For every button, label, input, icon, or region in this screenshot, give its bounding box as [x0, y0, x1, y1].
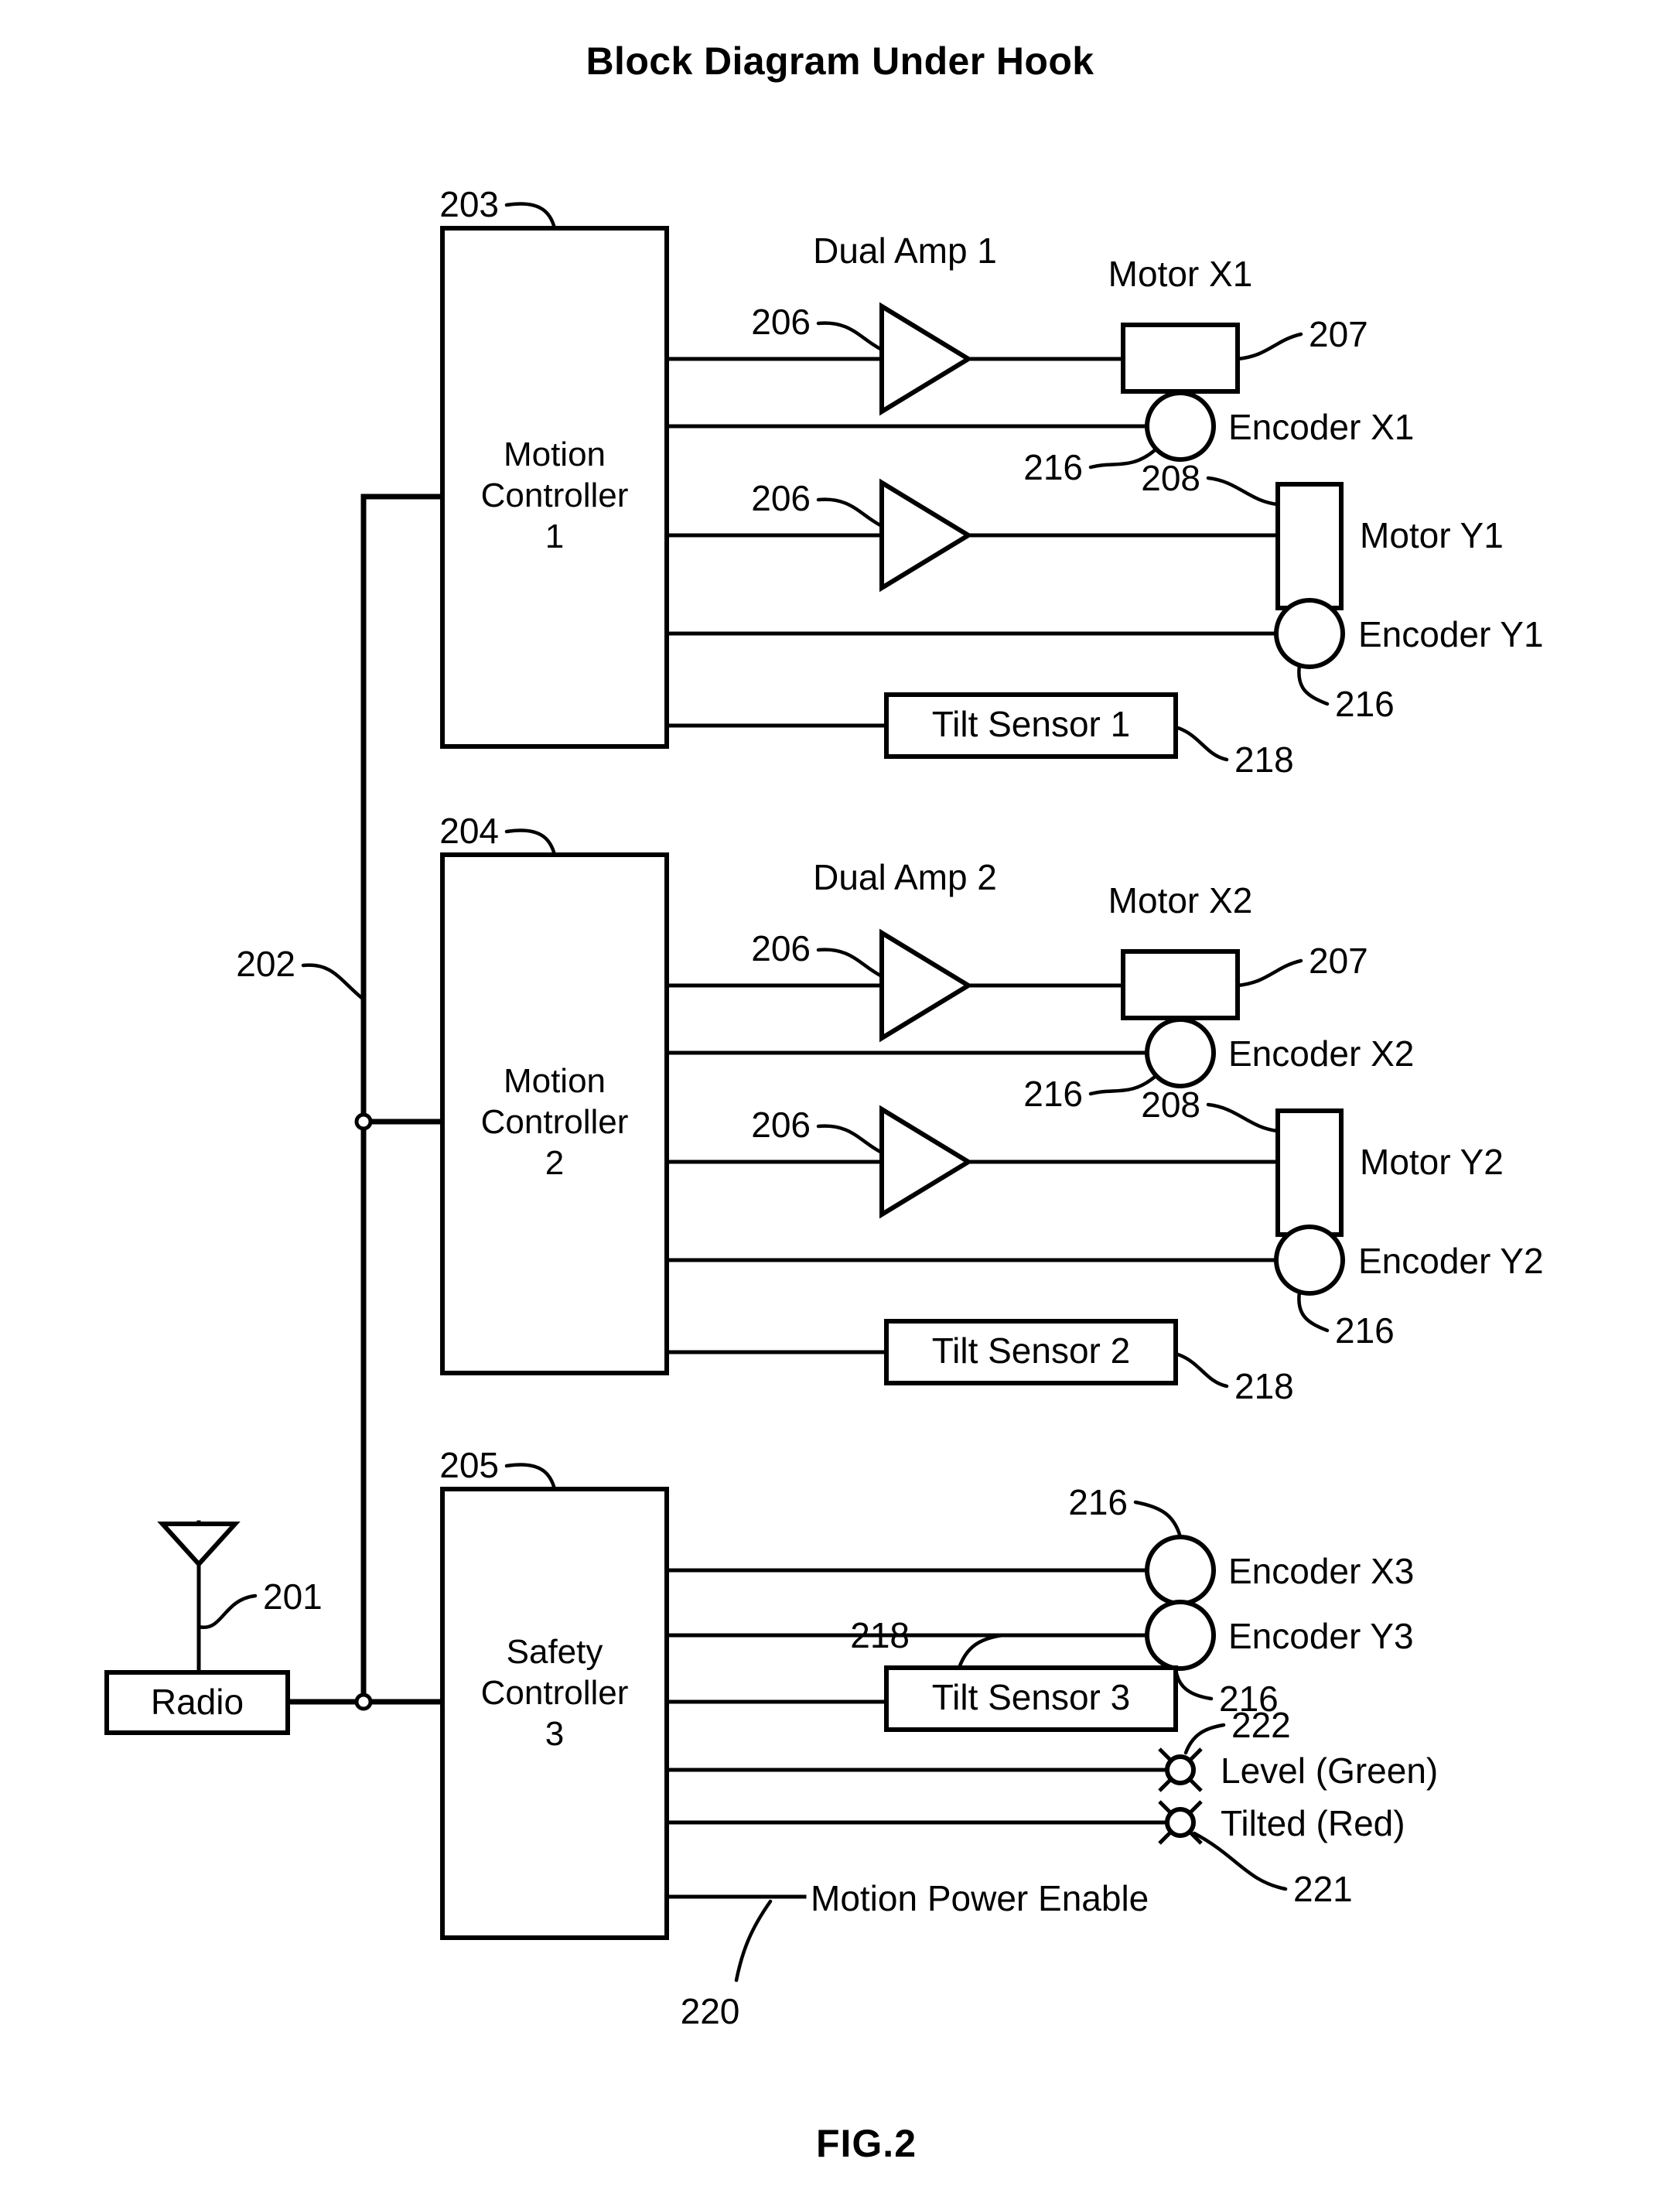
dual-amp-2-title: Dual Amp 2 — [813, 857, 997, 897]
motor-y2-box — [1275, 1108, 1344, 1237]
ref-206-amp-y2: 206 — [751, 1105, 811, 1145]
ref-220-motion-power-enable: 220 — [681, 1991, 740, 2031]
ref-206-amp-y1: 206 — [751, 478, 811, 518]
radio-label: Radio — [151, 1682, 244, 1722]
encoder-x2-label: Encoder X2 — [1228, 1033, 1414, 1074]
ref-218-tilt-sensor-2: 218 — [1234, 1366, 1294, 1406]
ref-205: 205 — [439, 1445, 499, 1485]
ref-216-encoder-x3: 216 — [1068, 1482, 1128, 1522]
ref-208-motor-y2: 208 — [1141, 1085, 1200, 1125]
motion-power-enable-label: Motion Power Enable — [811, 1878, 1149, 1918]
safety-controller-3-label-line1: Safety — [507, 1633, 603, 1671]
encoder-y2-circle — [1274, 1225, 1345, 1296]
ref-201: 201 — [263, 1576, 323, 1617]
ref-203: 203 — [439, 184, 499, 224]
encoder-x1-label: Encoder X1 — [1228, 407, 1414, 447]
encoder-y3-circle — [1145, 1600, 1216, 1671]
figure-root: Block Diagram Under Hook 202 201 Radio M… — [0, 0, 1680, 2210]
motion-controller-1-label-line3: 1 — [545, 517, 564, 555]
motor-x1-label: Motor X1 — [1108, 254, 1253, 294]
ref-207-motor-x1: 207 — [1309, 314, 1368, 354]
bus-junction-dot-mc2 — [354, 1112, 373, 1131]
ref-202: 202 — [236, 944, 295, 984]
ref-218-tilt-sensor-3: 218 — [850, 1615, 910, 1655]
tilt-sensor-2-label: Tilt Sensor 2 — [932, 1330, 1131, 1371]
bus-junction-dot-radio — [354, 1693, 373, 1711]
ref-222-level-lamp: 222 — [1231, 1705, 1291, 1745]
motor-y1-label: Motor Y1 — [1360, 515, 1504, 555]
encoder-y1-circle — [1274, 598, 1345, 669]
page-title: Block Diagram Under Hook — [586, 39, 1094, 83]
ref-207-motor-x2: 207 — [1309, 941, 1368, 981]
motor-x2-label: Motor X2 — [1108, 880, 1253, 921]
motion-controller-2-label-line3: 2 — [545, 1144, 564, 1182]
ref-208-motor-y1: 208 — [1141, 458, 1200, 498]
ref-218-tilt-sensor-1: 218 — [1234, 740, 1294, 780]
ref-216-encoder-y1: 216 — [1335, 684, 1395, 724]
encoder-x1-circle — [1145, 391, 1216, 462]
motor-y2-label: Motor Y2 — [1360, 1142, 1504, 1182]
ref-216-encoder-x2: 216 — [1023, 1074, 1083, 1114]
ref-206-amp-x2: 206 — [751, 928, 811, 968]
motion-controller-1-label-line2: Controller — [481, 476, 629, 514]
tilt-sensor-1-label: Tilt Sensor 1 — [932, 704, 1131, 744]
motion-controller-2-label-line2: Controller — [481, 1103, 629, 1141]
tilted-lamp-icon — [1165, 1807, 1196, 1838]
ref-216-encoder-x1: 216 — [1023, 447, 1083, 487]
motion-controller-1-group[interactable]: Motion Controller 1 203 — [439, 184, 669, 749]
block-diagram-svg: Block Diagram Under Hook 202 201 Radio M… — [0, 0, 1680, 2210]
ref-221-tilted-lamp: 221 — [1293, 1869, 1353, 1909]
encoder-y3-label: Encoder Y3 — [1228, 1616, 1414, 1656]
encoder-x3-circle — [1145, 1535, 1216, 1606]
motor-x2-box — [1121, 949, 1240, 1020]
tilt-sensor-3-label: Tilt Sensor 3 — [932, 1677, 1131, 1717]
motor-y1-box — [1275, 482, 1344, 610]
ref-204: 204 — [439, 811, 499, 851]
encoder-y2-label: Encoder Y2 — [1358, 1241, 1544, 1281]
tilted-lamp-label: Tilted (Red) — [1221, 1803, 1405, 1843]
level-lamp-icon — [1165, 1754, 1196, 1785]
motion-controller-2-group[interactable]: Motion Controller 2 204 — [439, 811, 669, 1375]
ref-206-amp-x1: 206 — [751, 302, 811, 342]
encoder-x2-circle — [1145, 1017, 1216, 1088]
ref-216-encoder-y2: 216 — [1335, 1310, 1395, 1351]
dual-amp-1-title: Dual Amp 1 — [813, 231, 997, 271]
encoder-y1-label: Encoder Y1 — [1358, 614, 1544, 654]
safety-controller-3-label-line3: 3 — [545, 1715, 564, 1753]
level-lamp-label: Level (Green) — [1221, 1751, 1438, 1791]
motion-controller-2-label-line1: Motion — [504, 1062, 606, 1100]
motion-controller-1-label-line1: Motion — [504, 436, 606, 473]
encoder-x3-label: Encoder X3 — [1228, 1551, 1414, 1591]
safety-controller-3-box[interactable] — [440, 1487, 669, 1940]
figure-caption: FIG.2 — [816, 2122, 917, 2165]
safety-controller-3-label-line2: Controller — [481, 1674, 629, 1712]
radio-block[interactable]: Radio — [104, 1670, 290, 1735]
motor-x1-box — [1121, 323, 1240, 394]
safety-controller-3-group[interactable]: Safety Controller 3 205 — [439, 1445, 669, 1940]
